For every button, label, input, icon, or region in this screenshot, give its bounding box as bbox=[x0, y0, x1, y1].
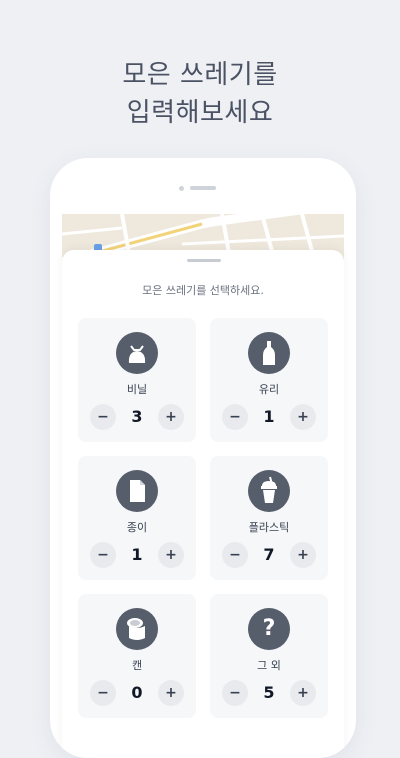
waste-label: 그 외 bbox=[257, 659, 281, 672]
waste-card-glass: 유리 − 1 + bbox=[210, 318, 328, 442]
decrement-button[interactable]: − bbox=[90, 680, 116, 706]
headline-line-2: 입력해보세요 bbox=[126, 98, 274, 128]
waste-card-plastic: 플라스틱 − 7 + bbox=[210, 456, 328, 580]
decrement-button[interactable]: − bbox=[222, 404, 248, 430]
plastic-bag-icon bbox=[116, 332, 158, 374]
waste-label: 비닐 bbox=[126, 383, 148, 396]
headline: 모은 쓰레기를 입력해보세요 bbox=[0, 56, 400, 132]
increment-button[interactable]: + bbox=[158, 404, 184, 430]
increment-button[interactable]: + bbox=[158, 542, 184, 568]
earpiece-speaker bbox=[190, 186, 216, 190]
headline-line-1: 모은 쓰레기를 bbox=[122, 60, 278, 90]
waste-card-paper: 종이 − 1 + bbox=[78, 456, 196, 580]
waste-count: 0 bbox=[131, 683, 143, 702]
glass-bottle-icon bbox=[248, 332, 290, 374]
question-glyph: ? bbox=[262, 616, 276, 641]
waste-count: 3 bbox=[131, 407, 143, 426]
increment-button[interactable]: + bbox=[290, 404, 316, 430]
waste-label: 종이 bbox=[126, 521, 148, 534]
waste-label: 플라스틱 bbox=[248, 521, 290, 534]
decrement-button[interactable]: − bbox=[222, 680, 248, 706]
phone-frame: 모은 쓰레기를 선택하세요. 비닐 − 3 + 유리 − 1 + 종이 − 1 … bbox=[50, 158, 356, 758]
waste-card-vinyl: 비닐 − 3 + bbox=[78, 318, 196, 442]
question-icon: ? bbox=[248, 608, 290, 650]
decrement-button[interactable]: − bbox=[222, 542, 248, 568]
decrement-button[interactable]: − bbox=[90, 404, 116, 430]
waste-count: 1 bbox=[131, 545, 143, 564]
increment-button[interactable]: + bbox=[290, 542, 316, 568]
waste-count: 5 bbox=[263, 683, 275, 702]
waste-count: 1 bbox=[263, 407, 275, 426]
sheet-drag-handle[interactable] bbox=[187, 259, 221, 262]
paper-document-icon bbox=[116, 470, 158, 512]
waste-count: 7 bbox=[263, 545, 275, 564]
increment-button[interactable]: + bbox=[158, 680, 184, 706]
can-icon bbox=[116, 608, 158, 650]
instruction-text: 모은 쓰레기를 선택하세요. bbox=[142, 284, 264, 297]
waste-label: 캔 bbox=[131, 659, 143, 672]
waste-card-can: 캔 − 0 + bbox=[78, 594, 196, 718]
front-camera bbox=[179, 186, 184, 191]
waste-label: 유리 bbox=[258, 383, 280, 396]
plastic-cup-icon bbox=[248, 470, 290, 512]
waste-card-other: ? 그 외 − 5 + bbox=[210, 594, 328, 718]
decrement-button[interactable]: − bbox=[90, 542, 116, 568]
bottom-sheet: 모은 쓰레기를 선택하세요. 비닐 − 3 + 유리 − 1 + 종이 − 1 … bbox=[62, 250, 344, 758]
increment-button[interactable]: + bbox=[290, 680, 316, 706]
